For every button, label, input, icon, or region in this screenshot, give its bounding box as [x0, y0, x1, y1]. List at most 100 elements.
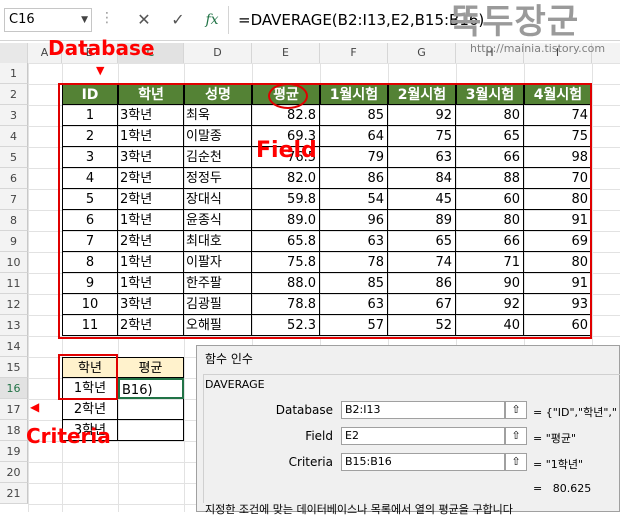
table-cell[interactable]: 65 — [456, 126, 524, 147]
table-cell[interactable]: 5 — [62, 189, 118, 210]
table-cell[interactable]: 91 — [524, 210, 592, 231]
table-cell[interactable]: 김순천 — [184, 147, 252, 168]
table-cell[interactable]: 66 — [456, 231, 524, 252]
table-cell[interactable]: 64 — [320, 126, 388, 147]
cancel-icon[interactable]: ✕ — [132, 8, 156, 32]
table-cell[interactable]: 92 — [456, 294, 524, 315]
row-header[interactable]: 15 — [0, 357, 28, 378]
column-header[interactable]: F — [320, 43, 388, 63]
row-header[interactable]: 7 — [0, 189, 28, 210]
table-header-cell[interactable]: 평균 — [252, 84, 320, 105]
table-cell[interactable]: 65.8 — [252, 231, 320, 252]
table-cell[interactable]: 80 — [524, 252, 592, 273]
table-cell[interactable]: 74 — [388, 252, 456, 273]
table-cell[interactable]: 80 — [456, 105, 524, 126]
row-header[interactable]: 4 — [0, 126, 28, 147]
table-cell[interactable]: 10 — [62, 294, 118, 315]
table-cell[interactable]: 1학년 — [118, 210, 184, 231]
table-cell[interactable]: 11 — [62, 315, 118, 336]
table-header-cell[interactable]: 학년 — [118, 84, 184, 105]
criteria-header[interactable]: 평균 — [118, 357, 184, 378]
table-cell[interactable]: 98 — [524, 147, 592, 168]
table-cell[interactable]: 54 — [320, 189, 388, 210]
table-cell[interactable]: 정정두 — [184, 168, 252, 189]
table-cell[interactable]: 85 — [320, 105, 388, 126]
table-cell[interactable]: 최욱 — [184, 105, 252, 126]
table-cell[interactable]: 91 — [524, 273, 592, 294]
table-cell[interactable]: 장대식 — [184, 189, 252, 210]
criteria-result-cell[interactable]: B16) — [118, 378, 184, 399]
row-header[interactable]: 8 — [0, 210, 28, 231]
column-header[interactable]: G — [388, 43, 456, 63]
table-cell[interactable]: 3 — [62, 147, 118, 168]
table-cell[interactable]: 김광필 — [184, 294, 252, 315]
column-header[interactable]: D — [184, 43, 252, 63]
table-header-cell[interactable]: ID — [62, 84, 118, 105]
row-header[interactable]: 17 — [0, 399, 28, 420]
table-cell[interactable]: 최대호 — [184, 231, 252, 252]
table-cell[interactable]: 6 — [62, 210, 118, 231]
table-cell[interactable]: 74 — [524, 105, 592, 126]
table-cell[interactable]: 71 — [456, 252, 524, 273]
table-cell[interactable]: 7 — [62, 231, 118, 252]
table-cell[interactable]: 60 — [524, 315, 592, 336]
chevron-down-icon[interactable]: ▼ — [81, 9, 88, 31]
table-cell[interactable]: 80 — [524, 189, 592, 210]
select-all-corner[interactable] — [0, 43, 28, 63]
table-cell[interactable]: 65 — [388, 231, 456, 252]
table-cell[interactable]: 한주팔 — [184, 273, 252, 294]
table-header-cell[interactable]: 성명 — [184, 84, 252, 105]
table-cell[interactable]: 89.0 — [252, 210, 320, 231]
table-header-cell[interactable]: 1월시험 — [320, 84, 388, 105]
row-header[interactable]: 3 — [0, 105, 28, 126]
collapse-dialog-icon[interactable]: ⇧ — [505, 453, 527, 471]
row-header[interactable]: 5 — [0, 147, 28, 168]
table-cell[interactable]: 89 — [388, 210, 456, 231]
criteria-value[interactable]: 2학년 — [62, 399, 118, 420]
column-header[interactable]: E — [252, 43, 320, 63]
row-header[interactable]: 13 — [0, 315, 28, 336]
table-cell[interactable]: 78 — [320, 252, 388, 273]
table-cell[interactable]: 45 — [388, 189, 456, 210]
table-cell[interactable]: 이팔자 — [184, 252, 252, 273]
table-cell[interactable]: 82.8 — [252, 105, 320, 126]
table-cell[interactable]: 52.3 — [252, 315, 320, 336]
table-cell[interactable]: 90 — [456, 273, 524, 294]
table-cell[interactable]: 오해필 — [184, 315, 252, 336]
table-cell[interactable]: 1학년 — [118, 252, 184, 273]
enter-icon[interactable]: ✓ — [166, 8, 190, 32]
table-cell[interactable]: 63 — [320, 294, 388, 315]
insert-function-icon[interactable]: fx — [200, 8, 224, 32]
table-cell[interactable]: 96 — [320, 210, 388, 231]
row-header[interactable]: 1 — [0, 63, 28, 84]
table-cell[interactable]: 3학년 — [118, 105, 184, 126]
name-box[interactable]: C16 ▼ — [4, 8, 92, 32]
row-header[interactable]: 6 — [0, 168, 28, 189]
table-cell[interactable]: 2 — [62, 126, 118, 147]
table-cell[interactable]: 75 — [388, 126, 456, 147]
row-header[interactable]: 20 — [0, 462, 28, 483]
row-header[interactable]: 12 — [0, 294, 28, 315]
table-cell[interactable]: 82.0 — [252, 168, 320, 189]
table-cell[interactable]: 70 — [524, 168, 592, 189]
table-cell[interactable]: 1학년 — [118, 126, 184, 147]
table-cell[interactable]: 67 — [388, 294, 456, 315]
table-cell[interactable]: 2학년 — [118, 231, 184, 252]
table-cell[interactable]: 8 — [62, 252, 118, 273]
row-header[interactable]: 14 — [0, 336, 28, 357]
table-cell[interactable]: 78.8 — [252, 294, 320, 315]
table-cell[interactable]: 69 — [524, 231, 592, 252]
table-cell[interactable]: 93 — [524, 294, 592, 315]
table-header-cell[interactable]: 4월시험 — [524, 84, 592, 105]
row-header[interactable]: 16 — [0, 378, 28, 399]
table-cell[interactable]: 85 — [320, 273, 388, 294]
table-cell[interactable]: 1학년 — [118, 273, 184, 294]
table-cell[interactable]: 63 — [320, 231, 388, 252]
table-cell[interactable]: 52 — [388, 315, 456, 336]
collapse-dialog-icon[interactable]: ⇧ — [505, 427, 527, 445]
criteria-value[interactable]: 1학년 — [62, 378, 118, 399]
row-header[interactable]: 18 — [0, 420, 28, 441]
table-cell[interactable]: 57 — [320, 315, 388, 336]
table-cell[interactable]: 75.8 — [252, 252, 320, 273]
table-cell[interactable]: 60 — [456, 189, 524, 210]
